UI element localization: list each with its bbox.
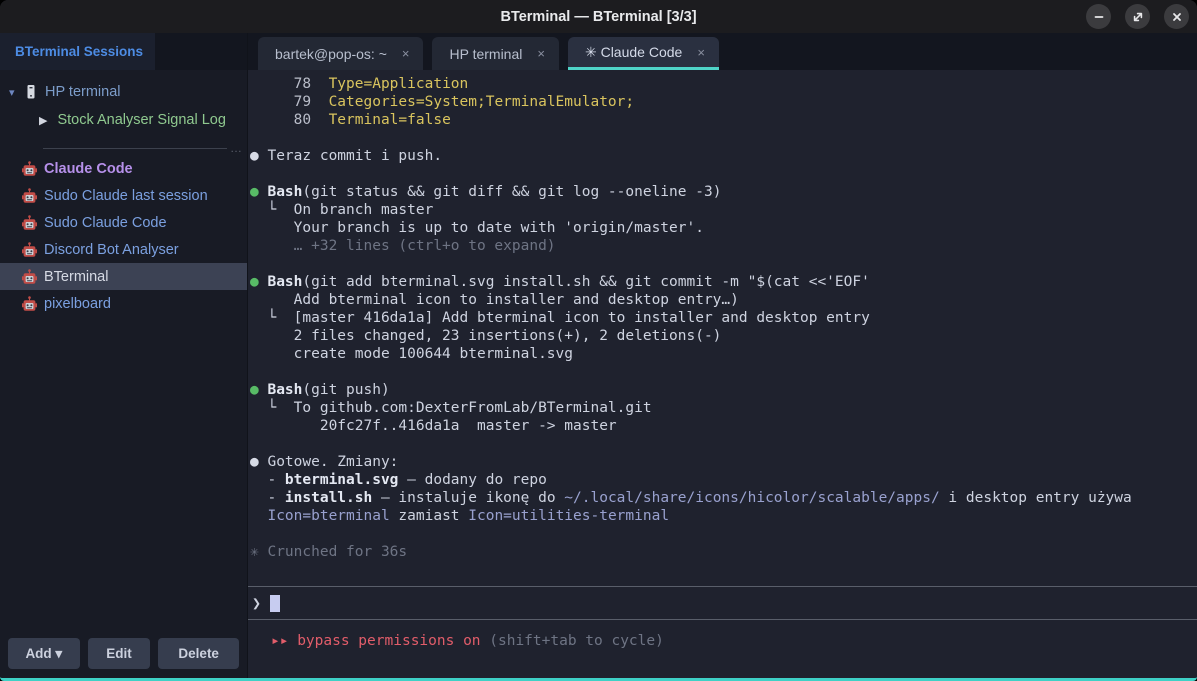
session-item-bterminal[interactable]: BTerminal [0,263,247,290]
edit-button[interactable]: Edit [88,638,151,669]
terminal-line: └ On branch master [250,201,1193,219]
terminal-output: 78 Type=Application 79 Categories=System… [248,70,1197,561]
sidebar-header: BTerminal Sessions [0,33,155,70]
sidebar-spacer [0,317,247,638]
maximize-button[interactable] [1125,4,1150,29]
tab-bar: bartek@pop-os: ~ × HP terminal × ✳ Claud… [248,33,1197,70]
pc-tower-icon [25,84,37,100]
sessions-sidebar: BTerminal Sessions ▾ HP terminal ▶ Stock… [0,33,248,678]
robot-icon [22,242,37,258]
divider-ellipsis: … [230,145,242,151]
terminal-line [250,363,1193,381]
terminal-line: … +32 lines (ctrl+o to expand) [250,237,1193,255]
session-item-discord-bot-analyser[interactable]: Discord Bot Analyser [0,236,247,263]
terminal-line: └ [master 416da1a] Add bterminal icon to… [250,309,1193,327]
terminal-line: 2 files changed, 23 insertions(+), 2 del… [250,327,1193,345]
tree-item-stock-analyser-log[interactable]: ▶ Stock Analyser Signal Log [0,106,247,134]
session-item-label: Claude Code [44,161,133,177]
terminal-line [250,255,1193,273]
chevron-down-icon[interactable]: ▾ [9,86,25,99]
status-arrows-icon: ▸▸ [271,633,297,649]
minimize-button[interactable] [1086,4,1111,29]
session-item-pixelboard[interactable]: pixelboard [0,290,247,317]
permissions-status-line: ▸▸ bypass permissions on (shift+tab to c… [248,620,1197,678]
terminal-line [250,525,1193,543]
sidebar-header-label: BTerminal Sessions [15,44,143,59]
tab-label: HP terminal [449,46,522,62]
terminal-line [250,129,1193,147]
sidebar-divider: … [43,145,242,151]
terminal-line: ● Teraz commit i push. [250,147,1193,165]
terminal-line: 80 Terminal=false [250,111,1193,129]
window-title: BTerminal — BTerminal [3/3] [500,9,696,25]
close-button[interactable] [1164,4,1189,29]
tree-item-label: HP terminal [45,84,120,100]
terminal-line: Icon=bterminal zamiast Icon=utilities-te… [250,507,1193,525]
session-item-label: Sudo Claude last session [44,188,208,204]
terminal-line: ✳ Crunched for 36s [250,543,1193,561]
session-item-label: Discord Bot Analyser [44,242,179,258]
robot-icon [22,188,37,204]
delete-button[interactable]: Delete [158,638,239,669]
status-hint-text: (shift+tab to cycle) [481,633,664,649]
session-tree: ▾ HP terminal ▶ Stock Analyser Signal Lo… [0,70,247,134]
tab-bartek-pop-os[interactable]: bartek@pop-os: ~ × [258,37,423,70]
tab-close-icon[interactable]: × [402,46,410,61]
terminal-line: - bterminal.svg — dodany do repo [250,471,1193,489]
prompt-input[interactable]: ❯ [248,587,1197,619]
window-content: BTerminal Sessions ▾ HP terminal ▶ Stock… [0,33,1197,678]
terminal-line: ● Bash(git add bterminal.svg install.sh … [250,273,1193,291]
tree-item-hp-terminal[interactable]: ▾ HP terminal [0,78,247,106]
close-icon [1171,11,1183,23]
session-item-label: BTerminal [44,269,108,285]
terminal-line: create mode 100644 bterminal.svg [250,345,1193,363]
bterminal-window: BTerminal — BTerminal [3/3] BTerminal Se… [0,0,1197,681]
prompt-chevron-icon: ❯ [252,594,261,612]
session-item-sudo-claude-code[interactable]: Sudo Claude Code [0,209,247,236]
session-list: Claude Code Sudo Claude last session Sud… [0,155,247,317]
text-cursor [270,595,280,612]
terminal-line: 20fc27f..416da1a master -> master [250,417,1193,435]
tab-claude-code[interactable]: ✳ Claude Code × [568,37,719,70]
prompt-area: ❯ ▸▸ bypass permissions on (shift+tab to… [248,586,1197,678]
terminal-line: Add bterminal icon to installer and desk… [250,291,1193,309]
maximize-icon [1132,11,1144,23]
terminal-pane[interactable]: 78 Type=Application 79 Categories=System… [248,70,1197,678]
terminal-line: 79 Categories=System;TerminalEmulator; [250,93,1193,111]
terminal-line: ● Bash(git push) [250,381,1193,399]
sidebar-header-strip: BTerminal Sessions [0,33,247,70]
divider-line [43,148,227,149]
terminal-line: ● Bash(git status && git diff && git log… [250,183,1193,201]
tab-close-icon[interactable]: × [697,45,705,60]
session-item-label: Sudo Claude Code [44,215,167,231]
terminal-line: 78 Type=Application [250,75,1193,93]
terminal-line: - install.sh — instaluje ikonę do ~/.loc… [250,489,1193,507]
minimize-icon [1093,11,1105,23]
play-icon[interactable]: ▶ [39,114,47,127]
tab-close-icon[interactable]: × [537,46,545,61]
terminal-line: ● Gotowe. Zmiany: [250,453,1193,471]
terminal-line [250,165,1193,183]
sidebar-button-bar: Add ▾ Edit Delete [0,638,247,678]
terminal-line: └ To github.com:DexterFromLab/BTerminal.… [250,399,1193,417]
tab-label: ✳ Claude Code [585,44,682,61]
session-item-sudo-claude-last-session[interactable]: Sudo Claude last session [0,182,247,209]
tab-hp-terminal[interactable]: HP terminal × [432,37,558,70]
session-item-label: pixelboard [44,296,111,312]
titlebar[interactable]: BTerminal — BTerminal [3/3] [0,0,1197,33]
terminal-line [250,435,1193,453]
robot-icon [22,296,37,312]
robot-icon [22,161,37,177]
tab-label: bartek@pop-os: ~ [275,46,387,62]
robot-icon [22,269,37,285]
main-area: bartek@pop-os: ~ × HP terminal × ✳ Claud… [248,33,1197,678]
session-item-claude-code[interactable]: Claude Code [0,155,247,182]
tree-child-label: Stock Analyser Signal Log [57,112,225,128]
add-button[interactable]: Add ▾ [8,638,80,669]
terminal-line: Your branch is up to date with 'origin/m… [250,219,1193,237]
window-controls [1086,0,1189,33]
robot-icon [22,215,37,231]
status-warning-text: bypass permissions on [297,633,480,649]
